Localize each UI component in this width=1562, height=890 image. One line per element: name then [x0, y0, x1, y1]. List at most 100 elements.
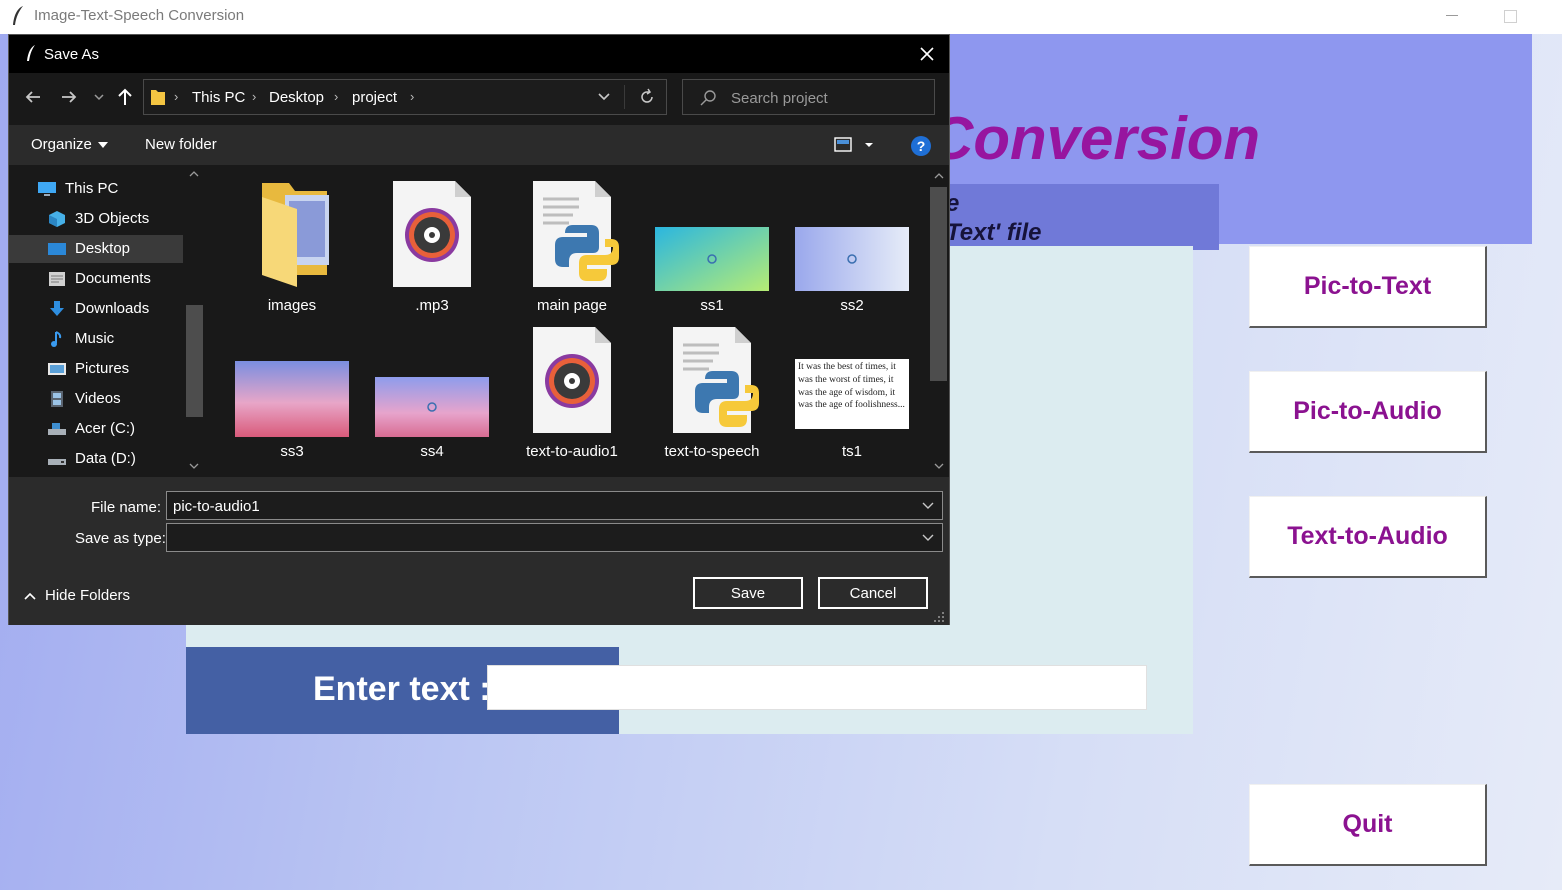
- recent-locations-chevron-icon[interactable]: [91, 85, 107, 109]
- file-name-input[interactable]: [173, 496, 893, 516]
- back-arrow-icon[interactable]: [21, 85, 45, 109]
- search-box[interactable]: [682, 79, 935, 115]
- pic-to-audio-button[interactable]: Pic-to-Audio: [1249, 371, 1487, 453]
- file-label: ss1: [700, 297, 724, 314]
- sidebar-item-videos[interactable]: Videos: [9, 385, 183, 413]
- file-item-text-to-speech[interactable]: text-to-speech: [647, 321, 777, 461]
- refresh-icon[interactable]: [638, 88, 656, 106]
- resize-grip-icon[interactable]: [933, 611, 945, 623]
- new-folder-button[interactable]: New folder: [145, 136, 217, 153]
- chevron-down-icon[interactable]: [596, 90, 612, 104]
- drive-icon: [48, 423, 66, 435]
- feather-icon: [13, 6, 23, 25]
- sidebar-item-data-d[interactable]: Data (D:): [9, 445, 183, 473]
- save-as-type-select[interactable]: [166, 523, 943, 552]
- sidebar-item-label: Documents: [75, 270, 151, 287]
- sidebar-item-documents[interactable]: Documents: [9, 265, 183, 293]
- sidebar-scrollbar-thumb[interactable]: [186, 305, 203, 417]
- address-bar[interactable]: › This PC › Desktop › project ›: [143, 79, 667, 115]
- file-item-ss2[interactable]: ss2: [787, 175, 917, 315]
- music-icon: [51, 331, 62, 347]
- sidebar-item-3d-objects[interactable]: 3D Objects: [9, 205, 183, 233]
- file-item-ss1[interactable]: ss1: [647, 175, 777, 315]
- python-file-icon: [533, 181, 619, 287]
- sidebar-item-this-pc[interactable]: This PC: [9, 175, 183, 203]
- breadcrumb-project[interactable]: project: [352, 89, 397, 106]
- navigation-pane: This PC 3D Objects Desktop Documents Dow…: [9, 165, 207, 477]
- scroll-down-icon[interactable]: [189, 461, 199, 471]
- scroll-down-icon[interactable]: [934, 461, 944, 471]
- file-label: ss3: [280, 443, 304, 460]
- scroll-up-icon[interactable]: [189, 169, 199, 179]
- hide-folders-toggle[interactable]: Hide Folders: [23, 587, 130, 604]
- sidebar-item-acer-c[interactable]: Acer (C:): [9, 415, 183, 443]
- folder-icon: [262, 183, 329, 287]
- file-label: ss4: [420, 443, 444, 460]
- file-label: ts1: [841, 443, 862, 460]
- sidebar-item-pictures[interactable]: Pictures: [9, 355, 183, 383]
- app-heading: Conversion: [930, 105, 1261, 172]
- file-name-field[interactable]: [166, 491, 943, 520]
- file-name-label: File name:: [91, 499, 162, 516]
- breadcrumb-desktop[interactable]: Desktop: [269, 89, 324, 106]
- sidebar-item-label: Data (D:): [75, 450, 136, 467]
- file-view-scrollbar-thumb[interactable]: [930, 187, 947, 381]
- sidebar-item-desktop[interactable]: Desktop: [9, 235, 183, 263]
- file-label: text-to-speech: [664, 443, 760, 460]
- image-thumbnail: [795, 227, 909, 291]
- file-item-ss4[interactable]: ss4: [367, 321, 497, 461]
- sidebar-item-downloads[interactable]: Downloads: [9, 295, 183, 323]
- minimize-button[interactable]: [1438, 4, 1468, 28]
- save-form: File name: Save as type: Hide Folders Sa…: [9, 477, 949, 625]
- quit-button[interactable]: Quit: [1249, 784, 1487, 866]
- feather-icon: [27, 45, 35, 61]
- chevron-up-icon: [24, 592, 36, 600]
- enter-text-input[interactable]: [487, 665, 1147, 710]
- scroll-up-icon[interactable]: [934, 171, 944, 181]
- sidebar-item-label: 3D Objects: [75, 210, 150, 227]
- cancel-button[interactable]: Cancel: [818, 577, 928, 609]
- chevron-down-icon[interactable]: [922, 501, 934, 511]
- file-label: images: [267, 297, 317, 314]
- sidebar-item-label: This PC: [65, 180, 119, 197]
- sidebar-item-label: Music: [75, 330, 115, 347]
- pic-to-text-button[interactable]: Pic-to-Text: [1249, 246, 1487, 328]
- breadcrumb-separator-icon: ›: [174, 89, 179, 104]
- file-view: images .mp3 main page ss1 ss2 ss3 ss4 te…: [207, 165, 929, 477]
- image-thumbnail: [655, 227, 769, 291]
- up-arrow-icon[interactable]: [113, 85, 137, 109]
- organize-menu[interactable]: Organize: [31, 136, 108, 153]
- help-icon[interactable]: ?: [910, 135, 932, 157]
- breadcrumb-separator-icon: ›: [334, 89, 339, 104]
- file-item-images[interactable]: images: [227, 175, 357, 315]
- view-options-icon[interactable]: [833, 135, 877, 155]
- file-item-mp3[interactable]: .mp3: [367, 175, 497, 315]
- forward-arrow-icon[interactable]: [57, 85, 81, 109]
- file-item-ss3[interactable]: ss3: [227, 321, 357, 461]
- audio-file-icon: [533, 327, 611, 433]
- svg-text:?: ?: [917, 138, 926, 154]
- save-button[interactable]: Save: [693, 577, 803, 609]
- maximize-button[interactable]: [1496, 4, 1526, 28]
- chevron-down-icon[interactable]: [922, 533, 934, 543]
- file-item-text-to-audio1[interactable]: text-to-audio1: [507, 321, 637, 461]
- breadcrumb-separator-icon: ›: [252, 89, 257, 104]
- pictures-icon: [48, 363, 66, 375]
- search-input[interactable]: [731, 88, 921, 108]
- text-to-audio-button[interactable]: Text-to-Audio: [1249, 496, 1487, 578]
- folder-icon: [151, 90, 165, 105]
- file-item-ts1[interactable]: It was the best of times, it was the wor…: [787, 321, 917, 461]
- audio-file-icon: [393, 181, 471, 287]
- sidebar-item-music[interactable]: Music: [9, 325, 183, 353]
- search-icon: [700, 90, 716, 106]
- dialog-titlebar: Save As: [9, 35, 949, 73]
- sidebar-item-label: Pictures: [75, 360, 130, 377]
- close-icon[interactable]: [915, 43, 939, 65]
- sidebar-item-label: Acer (C:): [75, 420, 135, 437]
- cube-icon: [49, 211, 65, 227]
- sidebar-item-label: Desktop: [75, 240, 131, 257]
- breadcrumb-this-pc[interactable]: This PC: [192, 89, 245, 106]
- file-item-main-page[interactable]: main page: [507, 175, 637, 315]
- python-file-icon: [673, 327, 759, 433]
- documents-icon: [49, 272, 65, 286]
